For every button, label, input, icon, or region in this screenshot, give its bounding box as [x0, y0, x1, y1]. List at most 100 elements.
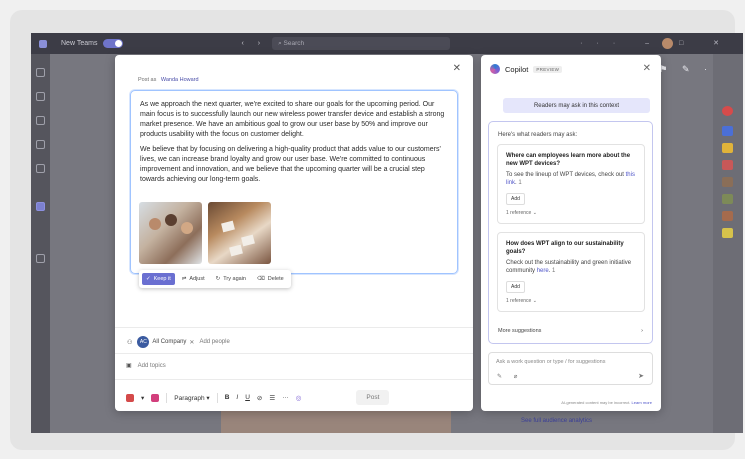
copilot-title: Copilot	[505, 64, 529, 74]
teams-icon[interactable]	[36, 116, 45, 125]
apps-icon[interactable]	[36, 254, 45, 263]
new-teams-toggle[interactable]	[103, 39, 124, 48]
topics-row[interactable]: ▣ Add topics	[126, 362, 166, 370]
copilot-input[interactable]: Ask a work question or type / for sugges…	[488, 352, 653, 385]
chevron-right-icon: ›	[641, 328, 643, 334]
paper-shape	[241, 234, 255, 247]
retry-icon: ↻	[215, 276, 221, 282]
profile-icon[interactable]	[722, 106, 733, 116]
search-input[interactable]: ⌕ Search	[272, 37, 451, 50]
list-icon[interactable]: ☰	[269, 394, 275, 402]
history-nav[interactable]: ‹ ›	[241, 40, 266, 47]
viva-engage-icon[interactable]	[36, 202, 45, 211]
suggestions-intro: Here's what readers may ask:	[498, 132, 578, 138]
add-suggestion-button[interactable]: Add	[506, 193, 525, 205]
more-suggestions-button[interactable]: More suggestions ›	[498, 328, 643, 334]
copilot-icon[interactable]: ◎	[296, 394, 302, 402]
post-paragraph: As we approach the next quarter, we're e…	[140, 101, 445, 138]
audience-chip-label: All Company	[152, 339, 187, 345]
suggestion-answer: Check out the sustainability and green i…	[506, 259, 636, 275]
delete-icon: ⌫	[256, 276, 265, 282]
reference-toggle[interactable]: 1 reference ⌄	[506, 210, 636, 216]
app-icon[interactable]	[722, 126, 733, 136]
copilot-header: Copilot PREVIEW	[490, 64, 563, 74]
reference-toggle[interactable]: 1 reference ⌄	[506, 298, 636, 304]
try-again-button[interactable]: ↻ Try again	[212, 273, 250, 285]
link-icon[interactable]: ⊘	[257, 394, 262, 402]
app-icon[interactable]	[722, 160, 733, 170]
post-type-icon[interactable]	[126, 393, 134, 402]
keep-it-button[interactable]: ✓ Keep it	[142, 273, 175, 285]
send-icon[interactable]: ➤	[638, 372, 644, 380]
ai-disclaimer: AI-generated content may be incorrect. L…	[561, 400, 652, 405]
background-image	[221, 410, 451, 433]
audience-icon: ⚇	[127, 339, 133, 346]
calendar-icon[interactable]	[36, 140, 45, 149]
add-topics-input[interactable]: Add topics	[138, 363, 166, 369]
post-button[interactable]: Post	[356, 390, 390, 405]
add-people-input[interactable]: Add people	[199, 339, 229, 345]
app-icon[interactable]	[722, 228, 733, 238]
close-icon[interactable]: ✕	[643, 63, 651, 74]
sliders-icon: ⇌	[181, 276, 187, 282]
app-icon[interactable]	[722, 194, 733, 204]
post-editor[interactable]: As we approach the next quarter, we're e…	[130, 90, 458, 274]
adjust-button[interactable]: ⇌ Adjust	[178, 273, 209, 285]
more-icon[interactable]: ···	[282, 394, 289, 401]
divider	[115, 353, 473, 354]
app-icon[interactable]	[722, 211, 733, 221]
citation-badge[interactable]: 1	[518, 180, 521, 186]
all-company-avatar: AC	[137, 336, 150, 348]
citation-badge[interactable]: 1	[552, 268, 555, 274]
calls-icon[interactable]	[36, 164, 45, 173]
post-as-name[interactable]: Wanda Howard	[161, 77, 199, 83]
post-as-label: Post as	[138, 77, 157, 83]
window-controls[interactable]: ··· – □ ✕	[580, 39, 733, 47]
learn-more-link[interactable]: Learn more	[632, 400, 652, 405]
answer-text: Check out the sustainability and green i…	[506, 260, 632, 274]
suggestion-question: How does WPT align to our sustainability…	[506, 241, 624, 255]
praise-icon[interactable]	[151, 393, 160, 402]
app-icon[interactable]	[722, 143, 733, 153]
title-bar: New Teams ‹ › ⌕ Search ··· – □ ✕	[31, 33, 743, 54]
attached-images	[139, 202, 271, 264]
answer-text: .	[515, 180, 517, 186]
answer-link[interactable]: here	[537, 268, 549, 274]
suggestion-item: How does WPT align to our sustainability…	[497, 232, 645, 312]
italic-icon[interactable]: I	[236, 394, 238, 401]
more-suggestions-label: More suggestions	[498, 328, 542, 334]
adjust-label: Adjust	[189, 276, 205, 282]
copilot-pane: Copilot PREVIEW ✕ Readers may ask in thi…	[481, 55, 661, 411]
audience-row: ⚇ AC All Company ✕ Add people	[127, 336, 230, 348]
app-logo-icon	[39, 39, 47, 48]
app-rail	[31, 54, 50, 433]
audience-analytics-link[interactable]: See full audience analytics	[521, 418, 592, 424]
attached-image[interactable]	[208, 202, 271, 264]
close-icon[interactable]: ✕	[453, 63, 461, 74]
chevron-down-icon[interactable]: ▾	[141, 394, 144, 402]
post-as: Post as Wanda Howard	[138, 77, 199, 83]
attached-image[interactable]	[139, 202, 202, 264]
divider	[115, 327, 473, 328]
remove-audience-icon[interactable]: ✕	[189, 339, 194, 346]
add-suggestion-button[interactable]: Add	[506, 281, 525, 293]
paragraph-style-label: Paragraph	[174, 394, 205, 402]
suggestions-card: Here's what readers may ask: Where can e…	[488, 121, 653, 344]
copilot-logo-icon	[490, 64, 500, 74]
right-app-bar	[713, 54, 743, 433]
bold-icon[interactable]: B	[225, 394, 230, 401]
post-dialog: ✕ Post as Wanda Howard As we approach th…	[115, 55, 473, 411]
paragraph-style-select[interactable]: Paragraph ▾	[174, 394, 209, 402]
attach-icon[interactable]: ✎ ⌀	[497, 373, 522, 380]
paper-shape	[229, 244, 243, 257]
underline-icon[interactable]: U	[245, 394, 250, 401]
activity-icon[interactable]	[36, 68, 45, 77]
app-icon[interactable]	[722, 177, 733, 187]
divider	[115, 379, 473, 380]
audience-chip[interactable]: AC All Company ✕	[137, 336, 194, 348]
chat-icon[interactable]	[36, 92, 45, 101]
format-toolbar: ▾ Paragraph ▾ B I U ⊘ ☰ ··· ◎ Post	[126, 390, 461, 405]
post-paragraph: We believe that by focusing on deliverin…	[140, 146, 441, 183]
delete-button[interactable]: ⌫ Delete	[253, 273, 288, 285]
check-icon: ✓	[146, 276, 151, 282]
